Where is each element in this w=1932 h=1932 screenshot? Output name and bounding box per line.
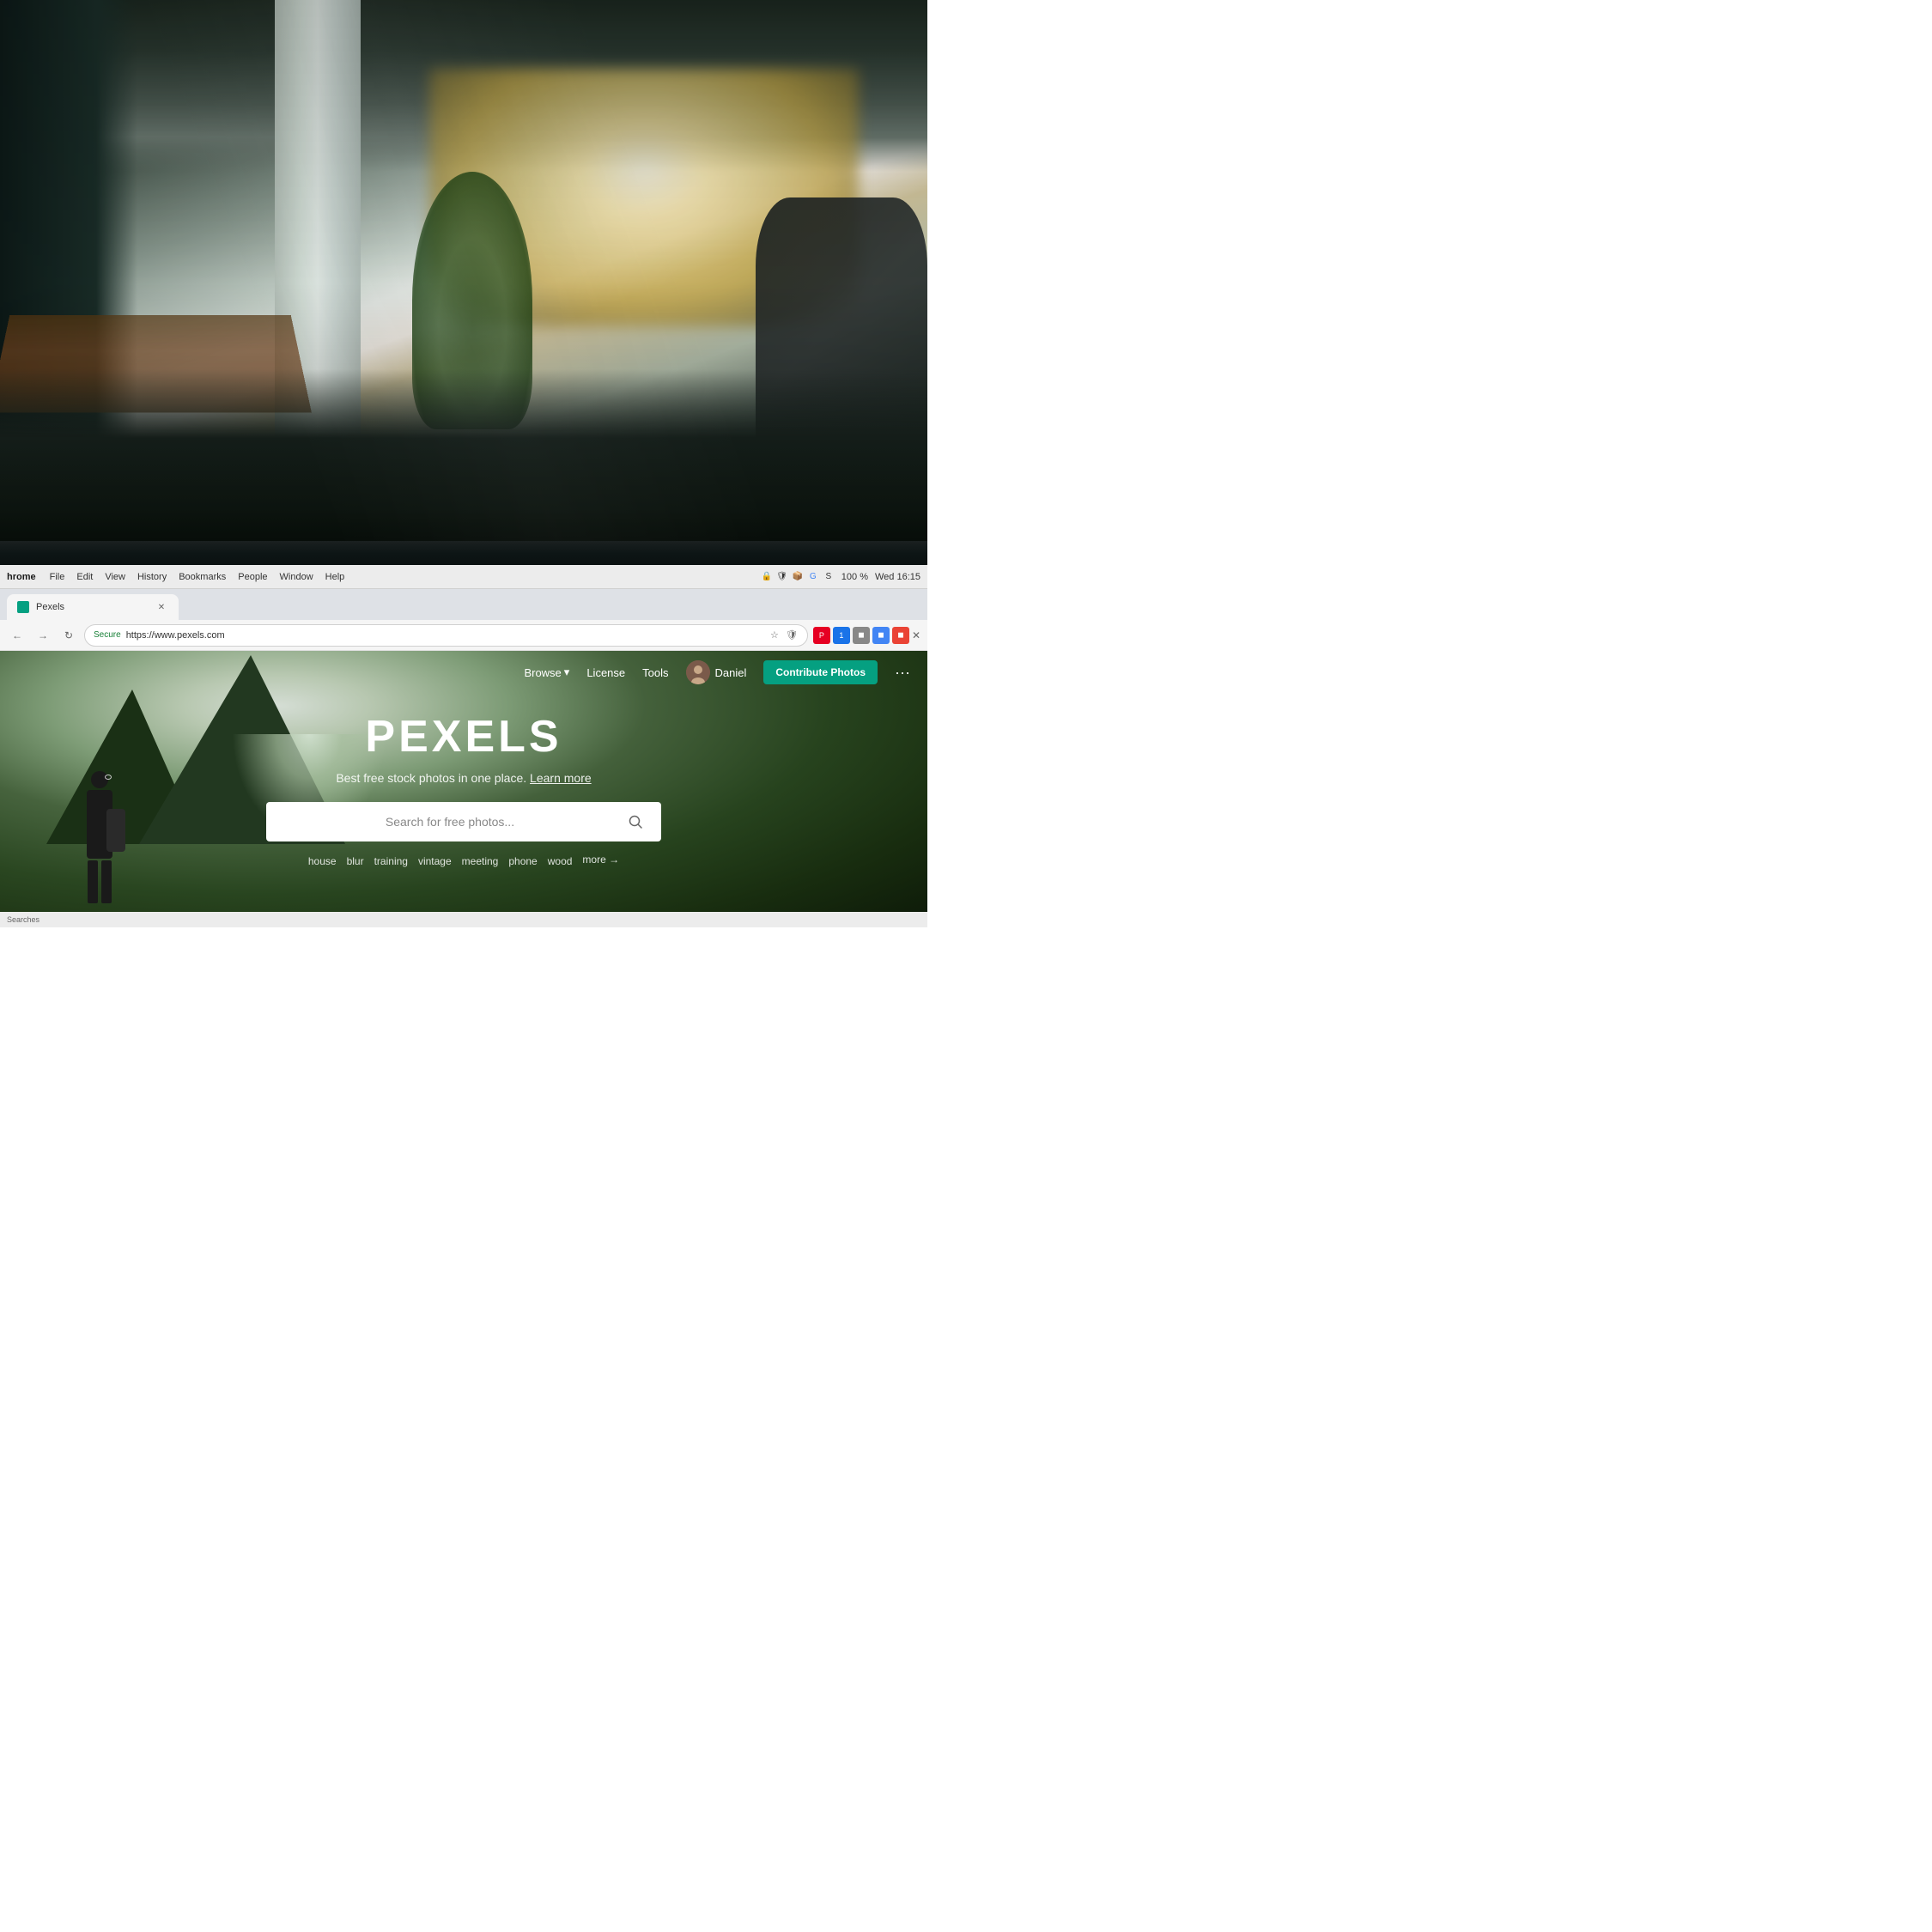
pexels-site: Browse ▾ License Tools Daniel Cont (0, 651, 927, 927)
nav-more-button[interactable]: ··· (895, 664, 910, 682)
time-label: Wed 16:15 (875, 572, 920, 582)
shield-icon[interactable]: 🛡 (785, 629, 799, 642)
browser-window: hrome File Edit View History Bookmarks P… (0, 565, 927, 927)
pexels-title: PEXELS (0, 711, 927, 762)
url-bar[interactable]: Secure https://www.pexels.com ☆ 🛡 (84, 624, 808, 647)
tab-title: Pexels (36, 602, 64, 612)
ext-1password[interactable]: 1 (833, 627, 850, 644)
menu-bar: hrome File Edit View History Bookmarks P… (0, 565, 927, 589)
office-photo (0, 0, 927, 541)
menu-view[interactable]: View (105, 572, 125, 582)
nav-license[interactable]: License (586, 666, 625, 679)
search-tags: house blur training vintage meeting phon… (0, 854, 927, 869)
nav-links: Browse ▾ License Tools Daniel Cont (524, 660, 910, 684)
ext-other3[interactable]: ◼ (892, 627, 909, 644)
skype-icon: S (823, 571, 835, 583)
menu-file[interactable]: File (50, 572, 65, 582)
tray-icon-1: 🔒 (761, 571, 773, 583)
nav-user[interactable]: Daniel (686, 660, 747, 684)
contribute-photos-button[interactable]: Contribute Photos (763, 660, 878, 684)
ext-pinterest[interactable]: P (813, 627, 830, 644)
search-icon[interactable] (622, 808, 649, 835)
menu-people[interactable]: People (238, 572, 267, 582)
tray-icon-2: 🛡 (776, 571, 788, 583)
system-tray: 🔒 🛡 📦 G S (761, 571, 835, 583)
forward-button[interactable]: → (33, 625, 53, 646)
pexels-nav: Browse ▾ License Tools Daniel Cont (0, 651, 927, 694)
ext-other1[interactable]: ◼ (853, 627, 870, 644)
menu-bar-items: File Edit View History Bookmarks People … (50, 572, 747, 582)
menu-bookmarks[interactable]: Bookmarks (179, 572, 226, 582)
active-tab[interactable]: Pexels ✕ (7, 594, 179, 620)
back-button[interactable]: ← (7, 625, 27, 646)
reload-button[interactable]: ↻ (58, 625, 79, 646)
nav-browse[interactable]: Browse ▾ (524, 665, 569, 679)
status-text: Searches (7, 915, 39, 924)
secure-label: Secure (94, 630, 121, 640)
user-name: Daniel (715, 666, 747, 679)
chrome-icon: G (807, 571, 819, 583)
chevron-down-icon: ▾ (564, 665, 570, 679)
menu-window[interactable]: Window (280, 572, 313, 582)
tag-vintage[interactable]: vintage (418, 854, 452, 869)
tag-wood[interactable]: wood (548, 854, 573, 869)
url-bar-right: ☆ 🛡 (768, 629, 799, 642)
tag-phone[interactable]: phone (508, 854, 537, 869)
tab-close-button[interactable]: ✕ (155, 600, 168, 614)
user-avatar (686, 660, 710, 684)
tag-more[interactable]: more → (582, 854, 619, 869)
menu-help[interactable]: Help (325, 572, 345, 582)
tag-training[interactable]: training (374, 854, 408, 869)
bg-floor (0, 369, 927, 541)
tag-house[interactable]: house (308, 854, 337, 869)
learn-more-link[interactable]: Learn more (530, 771, 592, 785)
menu-history[interactable]: History (137, 572, 167, 582)
app-name: hrome (7, 572, 36, 582)
dropbox-icon: 📦 (792, 571, 804, 583)
nav-tools[interactable]: Tools (642, 666, 668, 679)
ext-other2[interactable]: ◼ (872, 627, 890, 644)
url-text: https://www.pexels.com (126, 630, 225, 641)
star-icon[interactable]: ☆ (768, 629, 781, 642)
battery-label: 100 % (841, 572, 868, 582)
search-placeholder: Search for free photos... (278, 815, 622, 829)
search-container: Search for free photos... (0, 802, 927, 841)
search-bar[interactable]: Search for free photos... (266, 802, 661, 841)
hero-content: PEXELS Best free stock photos in one pla… (0, 694, 927, 869)
tab-favicon (17, 601, 29, 613)
address-bar: ← → ↻ Secure https://www.pexels.com ☆ 🛡 … (0, 620, 927, 651)
menu-edit[interactable]: Edit (76, 572, 93, 582)
hero-subtitle: Best free stock photos in one place. Lea… (0, 771, 927, 785)
tag-meeting[interactable]: meeting (462, 854, 499, 869)
tag-blur[interactable]: blur (347, 854, 364, 869)
tab-bar: Pexels ✕ (0, 589, 927, 620)
extensions-area: P 1 ◼ ◼ ◼ ✕ (813, 627, 920, 644)
ext-close[interactable]: ✕ (912, 629, 920, 641)
status-bar: Searches (0, 912, 927, 927)
menu-bar-right: 🔒 🛡 📦 G S 100 % Wed 16:15 (761, 571, 920, 583)
monitor-bezel (0, 541, 927, 567)
